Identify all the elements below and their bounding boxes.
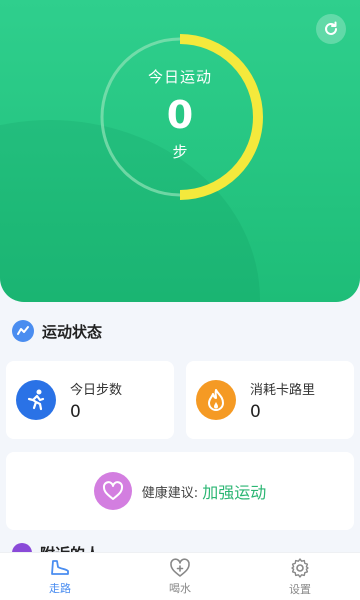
gear-icon [291,557,309,578]
calories-card[interactable]: 消耗卡路里 0 [186,361,354,439]
shoe-icon [51,559,69,575]
health-advice-card[interactable]: 健康建议: 加强运动 [6,452,354,530]
header-panel: 今日运动 0 步 [0,0,360,302]
tab-walk-label: 走路 [49,581,71,595]
flame-icon [196,380,236,420]
heart-icon [93,472,132,510]
health-advice-value: 加强运动 [202,483,267,502]
ring-center: 今日运动 0 步 [96,33,264,201]
calories-label: 消耗卡路里 [250,382,316,398]
today-steps-label: 今日步数 [70,382,123,398]
section-title-text: 运动状态 [42,322,103,341]
tab-walk[interactable]: 走路 [0,553,120,600]
refresh-icon [325,21,337,35]
today-steps-value: 0 [166,93,194,137]
tab-settings[interactable]: 设置 [240,553,360,600]
ring-title: 今日运动 [147,68,212,86]
tab-water-label: 喝水 [169,581,191,595]
today-steps-card[interactable]: 今日步数 0 [6,361,174,439]
running-person-icon [16,380,56,420]
tab-settings-label: 设置 [289,582,311,596]
heart-drop-icon [170,557,190,577]
bottom-tab-bar: 走路 喝水 设置 [0,552,360,600]
today-steps-count: 0 [70,401,81,422]
calories-value: 0 [250,401,261,422]
steps-unit: 步 [172,143,188,161]
status-section-title: 运动状态 [12,318,102,344]
tab-water[interactable]: 喝水 [120,553,240,600]
chart-icon [12,320,34,342]
refresh-button[interactable] [316,14,346,44]
health-advice-label: 健康建议: [141,485,199,501]
